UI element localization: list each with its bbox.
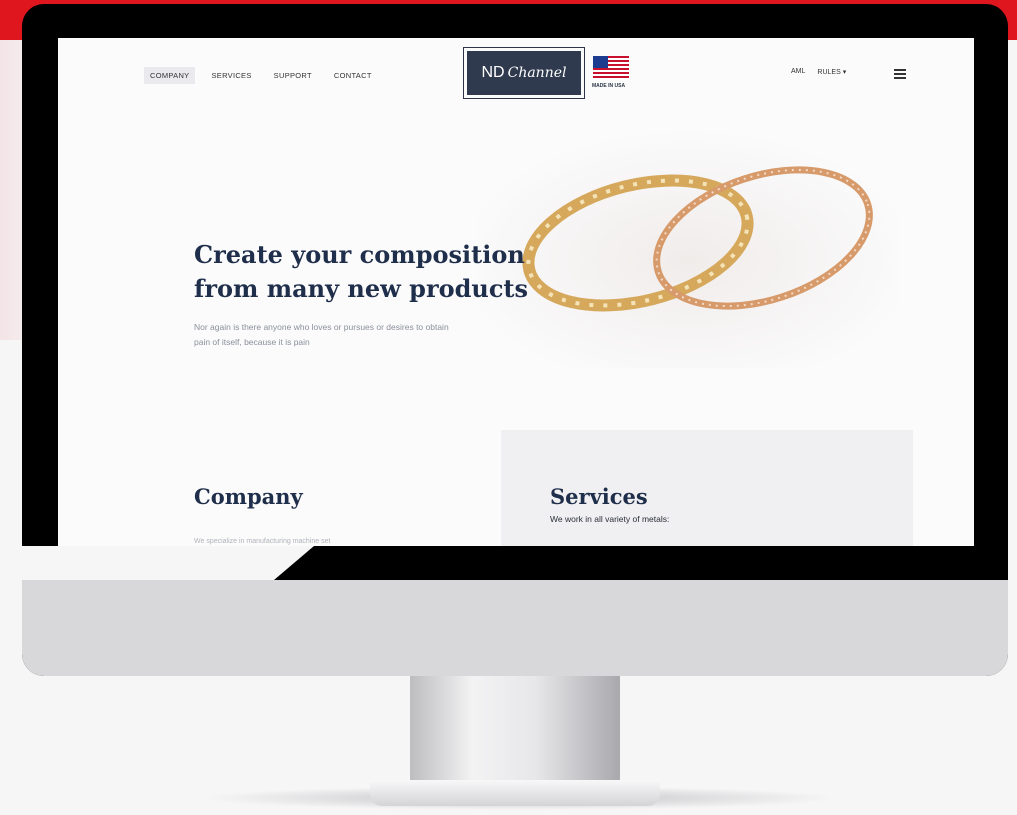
services-subtitle: We work in all variety of metals: <box>550 514 670 524</box>
monitor-bezel-light <box>22 546 314 580</box>
secondary-nav: AML RULES ▾ <box>791 68 846 76</box>
monitor-stand <box>410 676 620 786</box>
services-heading: Services <box>550 484 648 509</box>
us-flag-icon <box>593 56 629 80</box>
nav-company[interactable]: COMPANY <box>144 67 196 84</box>
menu-hamburger-icon[interactable] <box>894 69 906 81</box>
nav-contact[interactable]: CONTACT <box>328 67 378 84</box>
website-screen: COMPANY SERVICES SUPPORT CONTACT ND Chan… <box>58 38 974 546</box>
monitor-bezel-wedge <box>274 546 1008 580</box>
site-logo[interactable]: ND Channel <box>463 47 585 99</box>
monitor-chin <box>22 580 1008 676</box>
hero-title-line1: Create your composition <box>194 240 525 269</box>
hero-title: Create your composition from many new pr… <box>194 238 528 306</box>
nav-services[interactable]: SERVICES <box>205 67 257 84</box>
nav-support[interactable]: SUPPORT <box>268 67 318 84</box>
hero-description: Nor again is there anyone who loves or p… <box>194 322 449 347</box>
logo-nd: ND <box>481 64 505 81</box>
hero-title-line2: from many new products <box>194 274 529 303</box>
main-nav: COMPANY SERVICES SUPPORT CONTACT <box>144 67 378 84</box>
company-heading: Company <box>194 484 303 509</box>
nav-rules-dropdown[interactable]: RULES ▾ <box>817 68 846 76</box>
company-text: We specialize in manufacturing machine s… <box>194 538 331 545</box>
nav-aml[interactable]: AML <box>791 68 805 76</box>
logo-channel: Channel <box>507 65 567 81</box>
rings-image <box>478 128 898 368</box>
made-in-usa-label: MADE IN USA <box>592 83 626 89</box>
logo-mark: ND Channel <box>467 51 581 95</box>
monitor-base <box>370 780 660 806</box>
